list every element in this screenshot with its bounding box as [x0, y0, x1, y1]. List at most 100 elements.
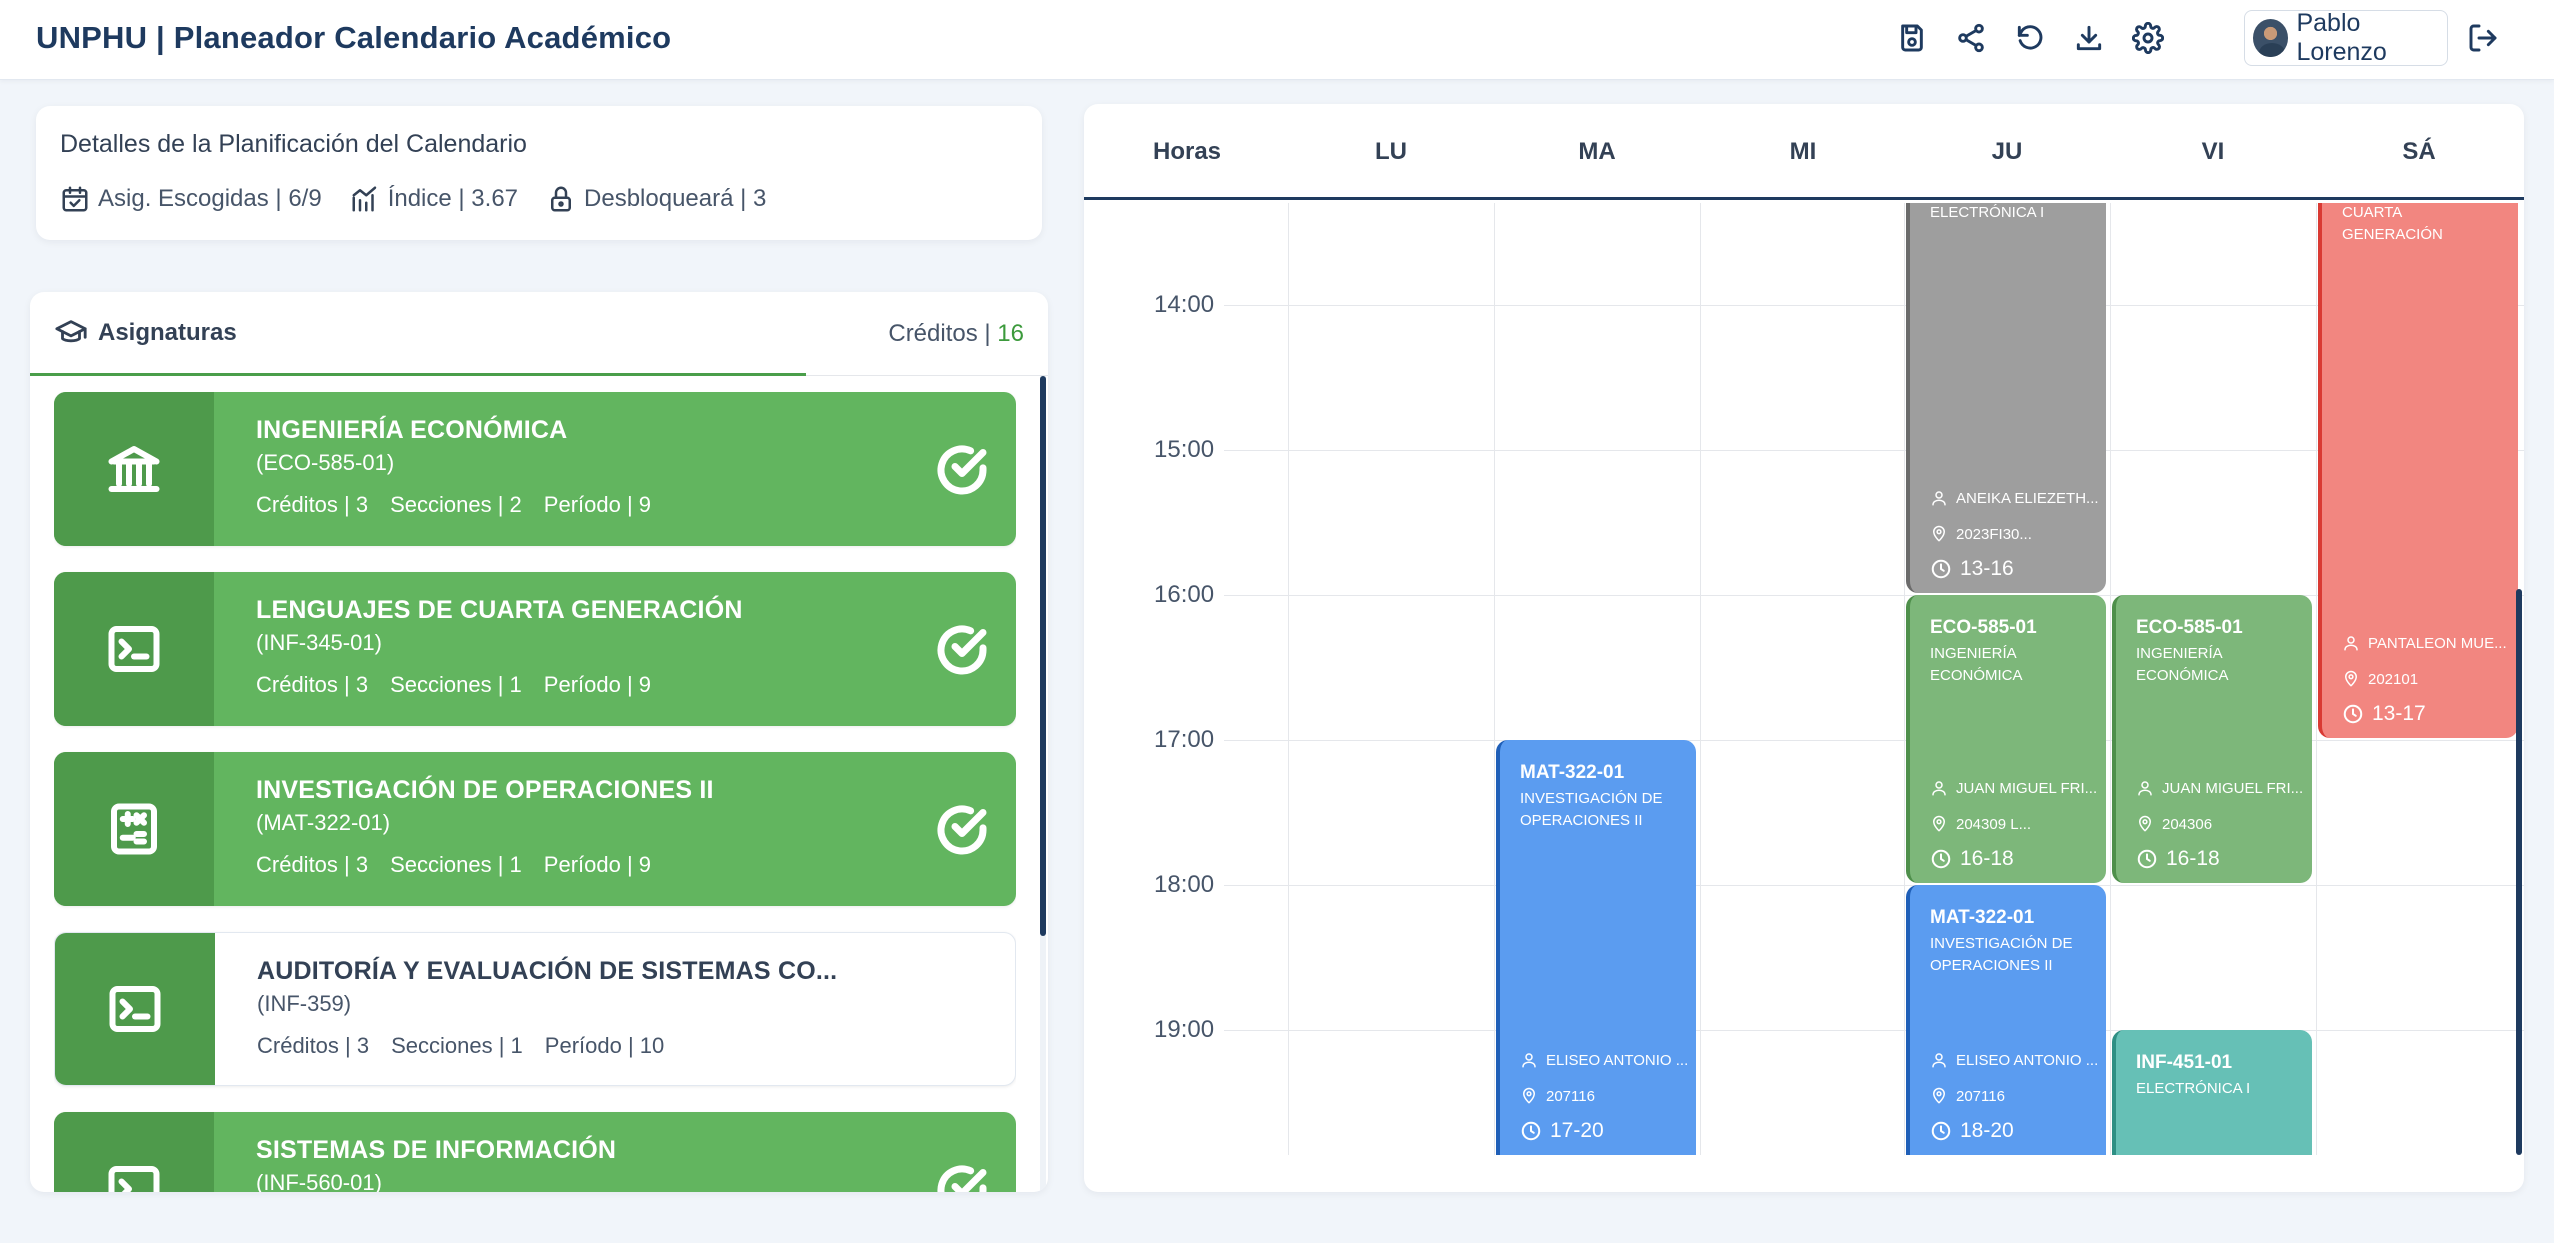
- user-menu[interactable]: Pablo Lorenzo: [2244, 9, 2448, 66]
- calendar-grid[interactable]: 14:00 15:00 16:00 17:00 18:00 19:00 INF-452-5…: [1084, 203, 2524, 1155]
- subjects-scrollbar[interactable]: [1040, 376, 1046, 1192]
- subject-icon-box: [54, 752, 214, 906]
- event-name: INGENIERÍA ECONÓMICA: [1930, 645, 2023, 684]
- event-time: 16-18: [2136, 847, 2220, 871]
- selected-check[interactable]: [934, 802, 990, 858]
- share-button[interactable]: [1941, 18, 2000, 58]
- event-time: 16-18: [1930, 847, 2014, 871]
- hour-label: 14:00: [1154, 291, 1215, 318]
- event-name: ELECTRÓNICA I: [2136, 1080, 2251, 1097]
- subject-name: SISTEMAS DE INFORMACIÓN: [256, 1136, 617, 1164]
- event-code: ECO-585-01: [1930, 617, 2037, 638]
- event-name: LABORATORIO DE ELECTRÓNICA I: [1930, 204, 2045, 221]
- calendar-event[interactable]: ECO-585-01 INGENIERÍA ECONÓMICA JUAN MIG…: [1906, 595, 2106, 883]
- planning-details-card: Detalles de la Planificación del Calenda…: [36, 106, 1042, 240]
- stat-index: Índice | 3.67: [350, 184, 518, 214]
- subject-period: Período | 9: [543, 672, 652, 697]
- col-header-day: SÁ: [2402, 138, 2436, 165]
- rotate-ccw-icon: [2017, 25, 2042, 50]
- grid-column-line: [2316, 203, 2317, 1155]
- subjects-tabs: Asignaturas Créditos | 16: [30, 292, 1048, 376]
- user-icon: [1932, 1053, 1946, 1068]
- calendar-scrollbar[interactable]: [2516, 589, 2522, 1155]
- col-header-hours: Horas: [1152, 138, 1222, 165]
- logout-button[interactable]: [2462, 18, 2504, 58]
- clock-icon: [1521, 1121, 1541, 1141]
- selected-check[interactable]: [934, 1162, 990, 1192]
- map-pin-icon: [1933, 1087, 1945, 1104]
- graduation-cap-icon: [55, 319, 87, 342]
- subject-card[interactable]: AUDITORÍA Y EVALUACIÓN DE SISTEMAS CO...…: [54, 932, 1016, 1086]
- subject-card[interactable]: INGENIERÍA ECONÓMICA (ECO-585-01) Crédit…: [54, 392, 1016, 546]
- grid-column-line: [1288, 203, 1289, 1155]
- event-room: 204306: [2136, 815, 2212, 833]
- calculator-icon: [111, 803, 157, 855]
- calendar-event[interactable]: ECO-585-01 INGENIERÍA ECONÓMICA JUAN MIG…: [2112, 595, 2312, 883]
- event-teacher: JUAN MIGUEL FRI...: [2136, 779, 2303, 797]
- subject-meta: Créditos | 3 Secciones | 1 Período | 9: [256, 672, 651, 698]
- tab-subjects[interactable]: Asignaturas: [30, 292, 806, 376]
- details-title: Detalles de la Planificación del Calenda…: [60, 130, 527, 158]
- subjects-list[interactable]: INGENIERÍA ECONÓMICA (ECO-585-01) Crédit…: [54, 392, 1016, 1192]
- subject-card[interactable]: LENGUAJES DE CUARTA GENERACIÓN (INF-345-…: [54, 572, 1016, 726]
- check-circle-icon: [937, 445, 987, 495]
- subject-card[interactable]: SISTEMAS DE INFORMACIÓN (INF-560-01): [54, 1112, 1016, 1192]
- event-code: ECO-585-01: [2136, 617, 2243, 638]
- terminal-icon: [108, 626, 160, 672]
- terminal-icon: [109, 986, 161, 1032]
- map-pin-icon: [1933, 815, 1945, 832]
- selected-check[interactable]: [934, 442, 990, 498]
- event-name: INVESTIGACIÓN DE OPERACIONES II: [1930, 935, 2073, 974]
- grid-column-line: [1494, 203, 1495, 1155]
- event-code: INF-451-01: [2136, 1052, 2233, 1073]
- grid-hour-line: [1224, 740, 2524, 741]
- map-pin-icon: [2345, 670, 2357, 687]
- selected-check[interactable]: [934, 622, 990, 678]
- terminal-icon: [108, 1166, 160, 1192]
- event-room: 202101: [2342, 670, 2418, 688]
- settings-button[interactable]: [2118, 18, 2177, 58]
- subject-sections: Secciones | 1: [391, 1033, 523, 1058]
- subject-code: (INF-359): [257, 991, 352, 1016]
- subject-card[interactable]: INVESTIGACIÓN DE OPERACIONES II (MAT-322…: [54, 752, 1016, 906]
- stat-unlocks: Desbloqueará | 3: [546, 184, 766, 214]
- calendar-event[interactable]: MAT-322-01 INVESTIGACIÓN DE OPERACIONES …: [1906, 885, 2106, 1155]
- app-header: UNPHU | Planeador Calendario Académico P…: [0, 0, 2554, 80]
- check-circle-icon: [937, 1165, 987, 1192]
- subject-icon-box: [54, 572, 214, 726]
- subject-icon-box: [54, 392, 214, 546]
- calendar-event[interactable]: MAT-322-01 INVESTIGACIÓN DE OPERACIONES …: [1496, 740, 1696, 1155]
- event-teacher: ELISEO ANTONIO ...: [1520, 1051, 1688, 1069]
- logout-icon: [2469, 24, 2497, 52]
- share-icon: [1957, 23, 1984, 53]
- event-code: MAT-322-01: [1520, 762, 1625, 783]
- calendar-event[interactable]: INF-451-01 ELECTRÓNICA I: [2112, 1030, 2312, 1155]
- reset-button[interactable]: [2000, 18, 2059, 58]
- app-title: UNPHU | Planeador Calendario Académico: [36, 20, 672, 55]
- subject-credits: Créditos | 3: [256, 492, 369, 517]
- lock-icon: [551, 186, 572, 212]
- subject-code: (INF-560-01): [256, 1170, 382, 1192]
- calendar-event[interactable]: INF-452-53 LABORATORIO DE ELECTRÓNICA I …: [1906, 203, 2106, 593]
- subject-code: (ECO-585-01): [256, 450, 395, 475]
- subject-code: (INF-345-01): [256, 630, 382, 655]
- subject-period: Período | 9: [543, 852, 652, 877]
- hour-label: 17:00: [1154, 726, 1215, 753]
- total-credits: Créditos | 16: [888, 320, 1024, 347]
- subject-sections: Secciones | 1: [390, 852, 522, 877]
- subjects-scroll-thumb[interactable]: [1040, 376, 1046, 936]
- clock-icon: [2137, 849, 2157, 869]
- grid-hour-line: [1224, 885, 2524, 886]
- subject-icon-box: [54, 1112, 214, 1192]
- col-header-day: MA: [1578, 138, 1616, 165]
- chart-line-icon: [352, 186, 376, 212]
- subject-period: Período | 10: [544, 1033, 665, 1058]
- subject-sections: Secciones | 1: [390, 672, 522, 697]
- calendar-check-icon: [62, 186, 88, 212]
- calendar-event[interactable]: INF-345-01 LENGUAJES DE CUARTA GENERACIÓ…: [2318, 203, 2518, 738]
- calendar-header: Horas LU MA MI JU VI SÁ: [1084, 104, 2524, 200]
- download-button[interactable]: [2059, 18, 2118, 58]
- save-button[interactable]: [1882, 18, 1941, 58]
- event-room: 207116: [1930, 1087, 2005, 1105]
- save-icon: [1900, 24, 1923, 52]
